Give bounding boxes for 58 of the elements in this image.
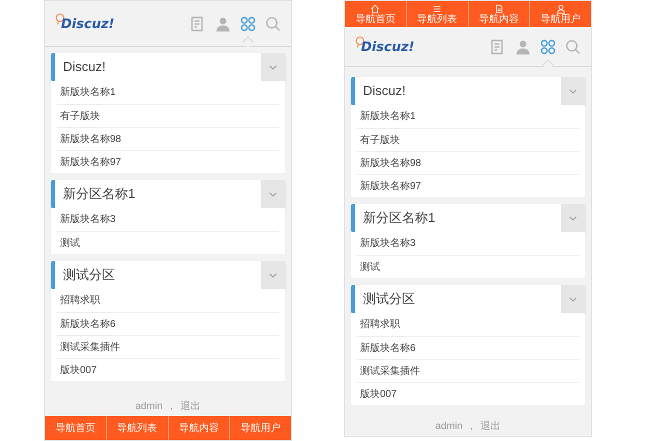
board-link[interactable]: 版块007 [357, 382, 579, 405]
chevron-down-icon [269, 272, 277, 278]
home-icon [370, 4, 380, 14]
user-icon [556, 4, 566, 14]
board-link[interactable]: 招聘求职 [57, 289, 279, 312]
collapse-toggle[interactable] [261, 261, 285, 289]
section-title: Discuz! [62, 58, 107, 76]
board-link[interactable]: 测试 [57, 231, 279, 254]
board-link[interactable]: 新版块名称98 [57, 127, 279, 150]
section-header[interactable]: 测试分区 [51, 261, 285, 289]
board-link[interactable]: 测试 [357, 255, 579, 278]
section-header[interactable]: Discuz! [51, 53, 285, 81]
board-link[interactable]: 新版块名称97 [57, 150, 279, 173]
user-icon[interactable] [215, 16, 231, 32]
chevron-down-icon [569, 216, 577, 220]
board-link[interactable]: 新版块名称6 [357, 336, 579, 359]
separator-text: ， [166, 400, 177, 414]
section-title: 测试分区 [362, 290, 416, 308]
board-link[interactable]: 测试采集插件 [357, 359, 579, 382]
grid-icon[interactable] [240, 16, 256, 32]
board-link[interactable]: 有子版块 [357, 128, 579, 151]
section-title: 新分区名称1 [362, 209, 436, 228]
chevron-down-icon [569, 88, 577, 94]
board-link[interactable]: 新版块名称6 [57, 312, 279, 335]
section-header[interactable]: Discuz! [351, 77, 585, 105]
board-link[interactable]: 新版块名称3 [57, 208, 279, 231]
board-link[interactable]: 新版块名称97 [357, 174, 579, 197]
section-header[interactable]: 新分区名称1 [351, 204, 585, 232]
user-icon[interactable] [515, 38, 531, 54]
board-link[interactable]: 新版块名称98 [357, 151, 579, 174]
list-icon [432, 4, 442, 14]
search-icon[interactable] [565, 38, 581, 54]
board-link[interactable]: 新版块名称1 [57, 81, 279, 104]
collapse-toggle[interactable] [561, 285, 585, 313]
grid-icon[interactable] [540, 38, 556, 54]
section-header[interactable]: 测试分区 [351, 285, 585, 313]
collapse-toggle[interactable] [561, 204, 585, 232]
section-title: 新分区名称1 [62, 185, 136, 204]
search-icon[interactable] [265, 16, 281, 32]
chevron-down-icon [269, 64, 277, 70]
board-link[interactable]: 版块007 [57, 358, 279, 381]
document-icon [494, 4, 504, 14]
logo-text: Discuz! [361, 38, 414, 56]
collapse-toggle[interactable] [561, 77, 585, 105]
logo-text: Discuz! [61, 16, 114, 34]
board-link[interactable]: 测试采集插件 [57, 335, 279, 358]
chevron-down-icon [569, 296, 577, 302]
section-title: Discuz! [362, 82, 407, 100]
board-link[interactable]: 招聘求职 [357, 313, 579, 336]
section-title: 测试分区 [62, 266, 116, 284]
board-link[interactable]: 新版块名称3 [357, 232, 579, 255]
board-link[interactable]: 新版块名称1 [357, 105, 579, 128]
chevron-down-icon [269, 192, 277, 196]
separator-text: ， [466, 420, 477, 434]
collapse-toggle[interactable] [261, 53, 285, 81]
collapse-toggle[interactable] [261, 180, 285, 208]
board-link[interactable]: 有子版块 [57, 104, 279, 127]
section-header[interactable]: 新分区名称1 [51, 180, 285, 208]
